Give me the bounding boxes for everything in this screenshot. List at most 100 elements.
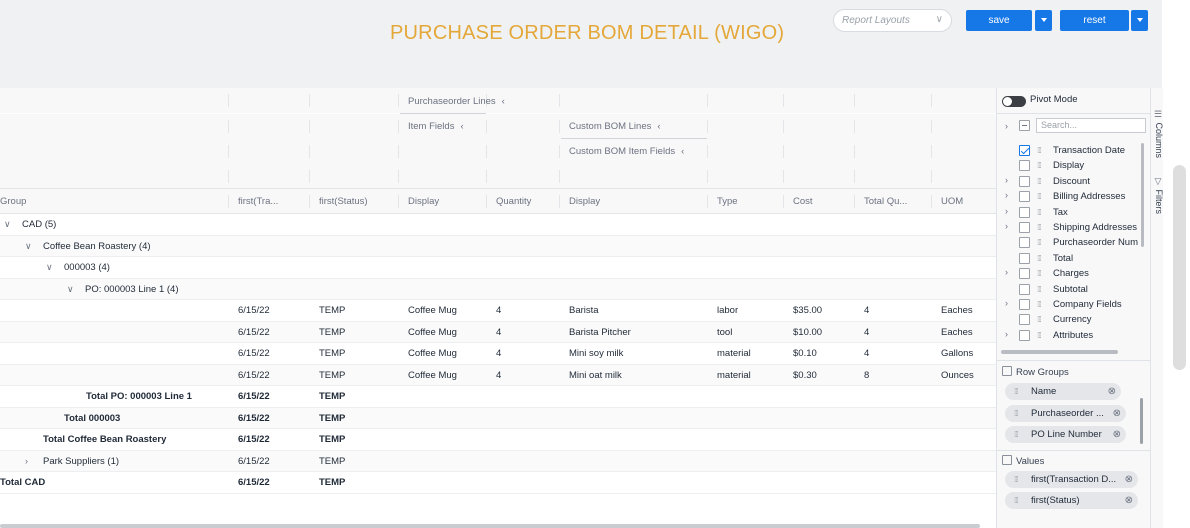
reset-button[interactable]: reset (1060, 10, 1129, 31)
column-checkbox[interactable] (1019, 222, 1030, 233)
column-header[interactable]: Display (561, 189, 600, 213)
column-search-input[interactable]: Search... (1036, 118, 1146, 133)
chevron-right-icon[interactable]: › (1005, 298, 1008, 308)
column-separator[interactable] (309, 195, 310, 208)
table-row[interactable]: 6/15/22 TEMP Coffee Mug 4 Mini soy milk mater… (0, 343, 996, 365)
chevron-down-icon[interactable]: ∨ (67, 279, 74, 300)
drag-handle-icon[interactable]: ⁞⁞⁞ (1014, 426, 1019, 443)
chevron-right-icon[interactable]: › (25, 451, 28, 472)
table-row[interactable]: Total PO: 000003 Line 1 6/15/22 TEMP (0, 386, 996, 408)
column-header[interactable]: first(Tra... (230, 189, 278, 213)
column-header[interactable]: Display (400, 189, 439, 213)
remove-icon[interactable]: ⊗ (1125, 492, 1133, 509)
column-item[interactable]: › ⁞⁞⁞ Charges (997, 266, 1143, 281)
column-separator[interactable] (783, 195, 784, 208)
column-checkbox[interactable] (1019, 160, 1030, 172)
column-checkbox[interactable] (1019, 252, 1030, 264)
table-row[interactable]: ∨ PO: 000003 Line 1 (4) (0, 278, 996, 300)
column-separator[interactable] (486, 195, 487, 208)
chevron-right-icon[interactable]: › (1005, 221, 1008, 231)
chevron-down-icon[interactable]: ∨ (25, 236, 32, 257)
table-row[interactable]: ∨ 000003 (4) (0, 257, 996, 279)
column-item[interactable]: ⁞⁞⁞ Subtotal (997, 282, 1143, 297)
drag-handle-icon[interactable]: ⁞⁞⁞ (1037, 254, 1042, 263)
column-item[interactable]: › ⁞⁞⁞ Shipping Addresses (997, 220, 1143, 235)
chevron-right-icon[interactable]: › (1005, 206, 1008, 216)
table-row[interactable]: 6/15/22 TEMP Coffee Mug 4 Barista Pitcher too… (0, 321, 996, 343)
column-item[interactable]: › ⁞⁞⁞ Tax (997, 205, 1143, 220)
column-separator[interactable] (854, 195, 855, 208)
chevron-right-icon[interactable]: › (1005, 267, 1008, 277)
column-separator[interactable] (931, 195, 932, 208)
remove-icon[interactable]: ⊗ (1108, 383, 1116, 400)
column-checkbox[interactable] (1019, 268, 1030, 280)
page-scrollbar[interactable] (1173, 165, 1186, 370)
drag-handle-icon[interactable]: ⁞⁞⁞ (1037, 238, 1042, 247)
column-separator[interactable] (228, 195, 229, 208)
drag-handle-icon[interactable]: ⁞⁞⁞ (1037, 161, 1042, 170)
row-group-pill[interactable]: ⁞⁞⁞ Purchaseorder ... ⊗ (1005, 404, 1126, 422)
remove-icon[interactable]: ⊗ (1113, 426, 1121, 443)
drag-handle-icon[interactable]: ⁞⁞⁞ (1037, 192, 1042, 201)
column-checkbox[interactable] (1019, 314, 1030, 326)
table-row[interactable]: Total CAD 6/15/22 TEMP (0, 472, 996, 494)
table-row[interactable]: 6/15/22 TEMP Coffee Mug 4 Barista labor $35.00… (0, 300, 996, 322)
collapse-icon[interactable]: ‹ (460, 121, 463, 132)
column-separator[interactable] (707, 195, 708, 208)
column-header[interactable]: Quantity (488, 189, 531, 213)
column-separator[interactable] (398, 195, 399, 208)
column-checkbox[interactable] (1019, 299, 1030, 310)
drag-handle-icon[interactable]: ⁞⁞⁞ (1037, 223, 1042, 232)
collapse-icon[interactable]: ‹ (681, 146, 684, 157)
column-group-header[interactable]: Custom BOM Lines ‹ (561, 114, 661, 139)
table-row[interactable]: 6/15/22 TEMP Coffee Mug 4 Mini oat milk mater… (0, 364, 996, 386)
column-item[interactable]: ⁞⁞⁞ Transaction Date (997, 143, 1143, 158)
drag-handle-icon[interactable]: ⁞⁞⁞ (1037, 208, 1042, 217)
row-group-pill[interactable]: ⁞⁞⁞ Name ⊗ (1005, 383, 1121, 400)
drag-handle-icon[interactable]: ⁞⁞⁞ (1037, 331, 1042, 340)
column-header[interactable]: UOM (933, 189, 963, 213)
table-row[interactable]: ∨ CAD (5) (0, 214, 996, 236)
column-item[interactable]: ⁞⁞⁞ Display (997, 158, 1143, 173)
column-header[interactable]: Group (0, 189, 26, 213)
collapse-icon[interactable]: ‹ (502, 96, 505, 107)
drag-handle-icon[interactable]: ⁞⁞⁞ (1037, 146, 1042, 155)
drag-handle-icon[interactable]: ⁞⁞⁞ (1014, 492, 1019, 509)
column-checkbox[interactable] (1019, 145, 1030, 156)
value-pill[interactable]: ⁞⁞⁞ first(Status) ⊗ (1005, 492, 1138, 509)
column-checkbox[interactable] (1019, 175, 1030, 187)
chevron-down-icon[interactable]: ∨ (4, 214, 11, 235)
drag-handle-icon[interactable]: ⁞⁞⁞ (1014, 405, 1019, 422)
column-item[interactable]: › ⁞⁞⁞ Billing Addresses (997, 189, 1143, 204)
column-checkbox[interactable] (1019, 237, 1030, 249)
chevron-right-icon[interactable]: › (1005, 190, 1008, 200)
column-item[interactable]: ⁞⁞⁞ Currency (997, 312, 1143, 327)
row-groups-scrollbar[interactable] (1140, 398, 1143, 444)
select-all-checkbox[interactable] (1019, 120, 1030, 131)
table-row[interactable]: › Park Suppliers (1) 6/15/22 TEMP (0, 450, 996, 472)
collapse-icon[interactable]: ‹ (657, 121, 660, 132)
save-button[interactable]: save (966, 10, 1032, 31)
column-list-hscrollbar[interactable] (1001, 350, 1118, 354)
grid-horizontal-scrollbar[interactable] (0, 524, 980, 528)
column-group-header[interactable]: Purchaseorder Lines ‹ (400, 89, 505, 114)
column-checkbox[interactable] (1019, 206, 1030, 218)
column-list-scrollbar[interactable] (1141, 143, 1144, 247)
column-item[interactable]: › ⁞⁞⁞ Attributes (997, 328, 1143, 343)
column-item[interactable]: ⁞⁞⁞ Purchaseorder Num (997, 235, 1143, 250)
drag-handle-icon[interactable]: ⁞⁞⁞ (1037, 285, 1042, 294)
table-row[interactable]: ∨ Coffee Bean Roastery (4) (0, 235, 996, 257)
column-checkbox[interactable] (1019, 283, 1030, 295)
column-checkbox[interactable] (1019, 329, 1030, 341)
drag-handle-icon[interactable]: ⁞⁞⁞ (1037, 269, 1042, 278)
save-dropdown-button[interactable] (1035, 10, 1052, 31)
chevron-down-icon[interactable]: ∨ (46, 257, 53, 278)
value-pill[interactable]: ⁞⁞⁞ first(Transaction D... ⊗ (1005, 471, 1138, 488)
row-group-pill[interactable]: ⁞⁞⁞ PO Line Number ⊗ (1005, 426, 1126, 443)
column-header[interactable]: first(Status) (311, 189, 368, 213)
column-group-header[interactable]: Custom BOM Item Fields ‹ (561, 139, 684, 164)
column-header[interactable]: Type (709, 189, 738, 213)
column-item[interactable]: ⁞⁞⁞ Total (997, 251, 1143, 266)
column-header[interactable]: Total Qu... (856, 189, 907, 213)
drag-handle-icon[interactable]: ⁞⁞⁞ (1037, 177, 1042, 186)
